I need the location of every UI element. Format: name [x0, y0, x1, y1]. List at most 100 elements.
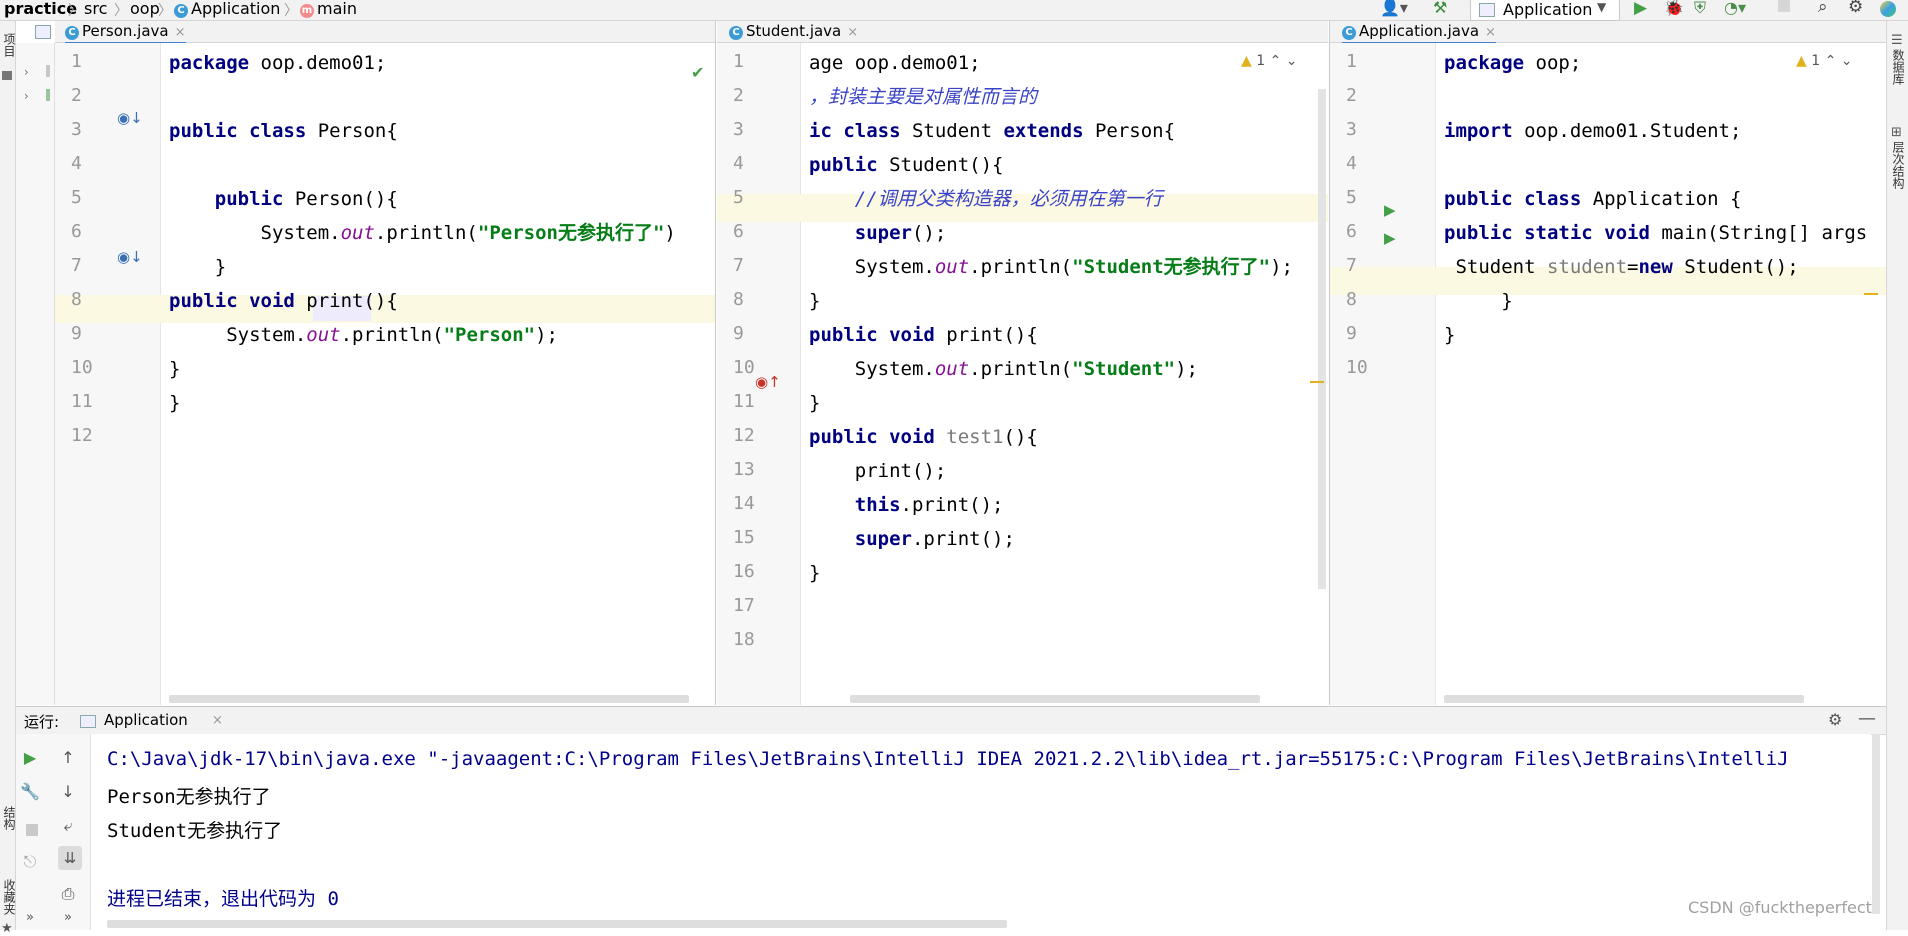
- module-icon: [46, 65, 50, 77]
- search-icon[interactable]: ⌕: [1818, 0, 1828, 17]
- soft-wrap-icon[interactable]: ⤶: [56, 816, 80, 836]
- print-icon[interactable]: ⎙: [56, 884, 80, 904]
- navigation-bar: practice 〉 src 〉 oop 〉 C Application 〉 mm…: [0, 0, 1908, 21]
- breadcrumb-method-label: main: [317, 0, 357, 18]
- run-icon[interactable]: ▶: [1634, 0, 1647, 18]
- class-icon: C: [174, 4, 188, 18]
- horizontal-scrollbar[interactable]: [850, 695, 1260, 703]
- run-toolbar: ▶ ↑ 🔧 ↓ ⤶ ⎋ ⇊ ⎙ » »: [16, 734, 91, 930]
- breadcrumb-method[interactable]: m main: [300, 0, 357, 18]
- tab-student[interactable]: C Student.java ×: [729, 21, 858, 42]
- run-config-label: Application: [1503, 0, 1593, 19]
- line-number: 3: [1346, 119, 1357, 140]
- breadcrumb-project[interactable]: practice: [4, 0, 77, 18]
- line-number: 2: [1346, 85, 1357, 106]
- coverage-icon[interactable]: ⛨: [1694, 0, 1706, 18]
- editor-student[interactable]: 1 2 3 4 5 6 7 8 9 10 11 12 13 14 15 16 17 18 ◉↑ ▲ 1 ⌃ ⌄ a…: [717, 43, 1328, 705]
- tab-application[interactable]: C Application.java ×: [1342, 21, 1496, 45]
- run-configuration-select[interactable]: Application ▼: [1470, 0, 1620, 21]
- tabbar-right: C Application.java ×: [1330, 21, 1886, 45]
- breadcrumb-package[interactable]: oop: [130, 0, 160, 18]
- folder-icon[interactable]: [2, 71, 12, 80]
- horizontal-scrollbar[interactable]: [1444, 695, 1804, 703]
- line-number: 9: [1346, 323, 1357, 344]
- close-icon[interactable]: ×: [175, 25, 186, 40]
- run-main-gutter-icon[interactable]: ▶: [1384, 229, 1396, 247]
- line-number: 8: [71, 289, 82, 310]
- warning-stripe-marker[interactable]: [1864, 293, 1878, 295]
- run-panel-header: 运行: Application × ⚙ —: [16, 706, 1886, 735]
- wrench-icon[interactable]: 🔧: [18, 782, 42, 801]
- run-class-gutter-icon[interactable]: ▶: [1384, 201, 1396, 219]
- code-content[interactable]: package oop.demo01; public class Person{…: [169, 46, 676, 420]
- console-vertical-scrollbar[interactable]: [1872, 734, 1880, 914]
- stop-icon[interactable]: [1778, 0, 1790, 12]
- gear-icon[interactable]: ⚙: [1828, 710, 1842, 729]
- profile-icon[interactable]: ◔▾: [1724, 0, 1746, 17]
- code-content[interactable]: package oop; import oop.demo01.Student; …: [1444, 46, 1867, 352]
- hierarchy-tool-label[interactable]: 层次结构: [1890, 141, 1907, 189]
- user-icon[interactable]: 👤▾: [1380, 0, 1408, 17]
- chevron-down-icon: ▼: [1597, 0, 1607, 14]
- line-number: 11: [71, 391, 93, 412]
- line-number: 7: [1346, 255, 1357, 276]
- database-tool-label[interactable]: 数据库: [1890, 49, 1907, 85]
- run-panel-label: 运行:: [24, 713, 60, 731]
- line-number: 8: [733, 289, 744, 310]
- breadcrumb-class[interactable]: C Application: [174, 0, 280, 18]
- chevron-right-icon: 〉: [68, 3, 82, 19]
- line-number: 15: [733, 527, 755, 548]
- editor-person[interactable]: 1 2 3 4 5 6 7 8 9 10 11 12 ◉↓ ◉↓ ✔ package oop.demo…: [55, 43, 715, 705]
- breadcrumb-src[interactable]: src: [84, 0, 107, 18]
- editor-application[interactable]: 1 2 3 4 5 6 7 8 9 10 ▶ ▶ ▲ 1 ⌃ ⌄ package oop; imp…: [1330, 43, 1886, 705]
- rerun-icon[interactable]: ▶: [18, 748, 42, 767]
- arrow-up-icon[interactable]: ↑: [56, 748, 80, 767]
- console-output[interactable]: C:\Java\jdk-17\bin\java.exe "-javaagent:…: [91, 734, 1871, 930]
- overridden-gutter-icon[interactable]: ◉↓: [117, 248, 143, 266]
- left-tool-strip: 项目 结构 收藏夹 ★: [0, 21, 16, 936]
- class-icon: C: [65, 26, 79, 40]
- console-line: Student无参执行了: [107, 820, 283, 842]
- config-icon: [1479, 3, 1495, 17]
- vertical-scrollbar[interactable]: [1318, 89, 1326, 589]
- more-icon[interactable]: »: [56, 910, 80, 925]
- tabbar-middle: C Student.java ×: [717, 21, 1328, 43]
- line-number: 6: [1346, 221, 1357, 242]
- implemented-gutter-icon[interactable]: ◉↓: [117, 109, 143, 127]
- close-icon[interactable]: ×: [847, 25, 858, 40]
- run-tab-label: Application: [104, 711, 188, 729]
- warning-stripe-marker[interactable]: [1310, 381, 1324, 383]
- stop-icon[interactable]: [26, 824, 38, 836]
- hierarchy-icon[interactable]: ⊞: [1891, 125, 1902, 140]
- tab-label: Person.java: [82, 22, 169, 40]
- scroll-to-end-icon[interactable]: ⇊: [58, 846, 82, 870]
- file-structure-icon[interactable]: [35, 25, 51, 39]
- arrow-down-icon[interactable]: ↓: [56, 782, 80, 801]
- right-tool-strip: ☰ 数据库 ⊞ 层次结构: [1886, 21, 1908, 930]
- horizontal-scrollbar[interactable]: [169, 695, 689, 703]
- line-number: 1: [71, 51, 82, 72]
- plugin-logo-icon[interactable]: [1880, 1, 1896, 17]
- close-icon[interactable]: ×: [212, 707, 223, 734]
- line-number: 6: [71, 221, 82, 242]
- line-number: 7: [71, 255, 82, 276]
- build-hammer-icon[interactable]: ⚒: [1433, 0, 1447, 17]
- gear-icon[interactable]: ⚙: [1848, 0, 1863, 17]
- tab-person[interactable]: C Person.java ×: [65, 21, 186, 45]
- horizontal-scrollbar[interactable]: [107, 920, 1007, 928]
- editor-splitter[interactable]: [715, 21, 716, 705]
- line-number: 16: [733, 561, 755, 582]
- overrides-gutter-icon[interactable]: ◉↑: [755, 373, 781, 391]
- chevron-right-icon[interactable]: ›: [24, 89, 29, 103]
- minimize-icon[interactable]: —: [1858, 708, 1876, 729]
- restore-layout-icon[interactable]: ⎋: [18, 852, 42, 872]
- chevron-right-icon[interactable]: ›: [24, 65, 29, 79]
- database-icon[interactable]: ☰: [1891, 33, 1903, 48]
- close-icon[interactable]: ×: [1485, 25, 1496, 40]
- more-icon[interactable]: »: [18, 910, 42, 925]
- tab-label: Student.java: [746, 22, 842, 40]
- star-icon[interactable]: ★: [1, 921, 13, 936]
- debug-icon[interactable]: 🐞: [1664, 0, 1684, 17]
- line-number: 4: [733, 153, 744, 174]
- code-content[interactable]: age oop.demo01; ，封装主要是对属性而言的 ic class St…: [809, 46, 1293, 590]
